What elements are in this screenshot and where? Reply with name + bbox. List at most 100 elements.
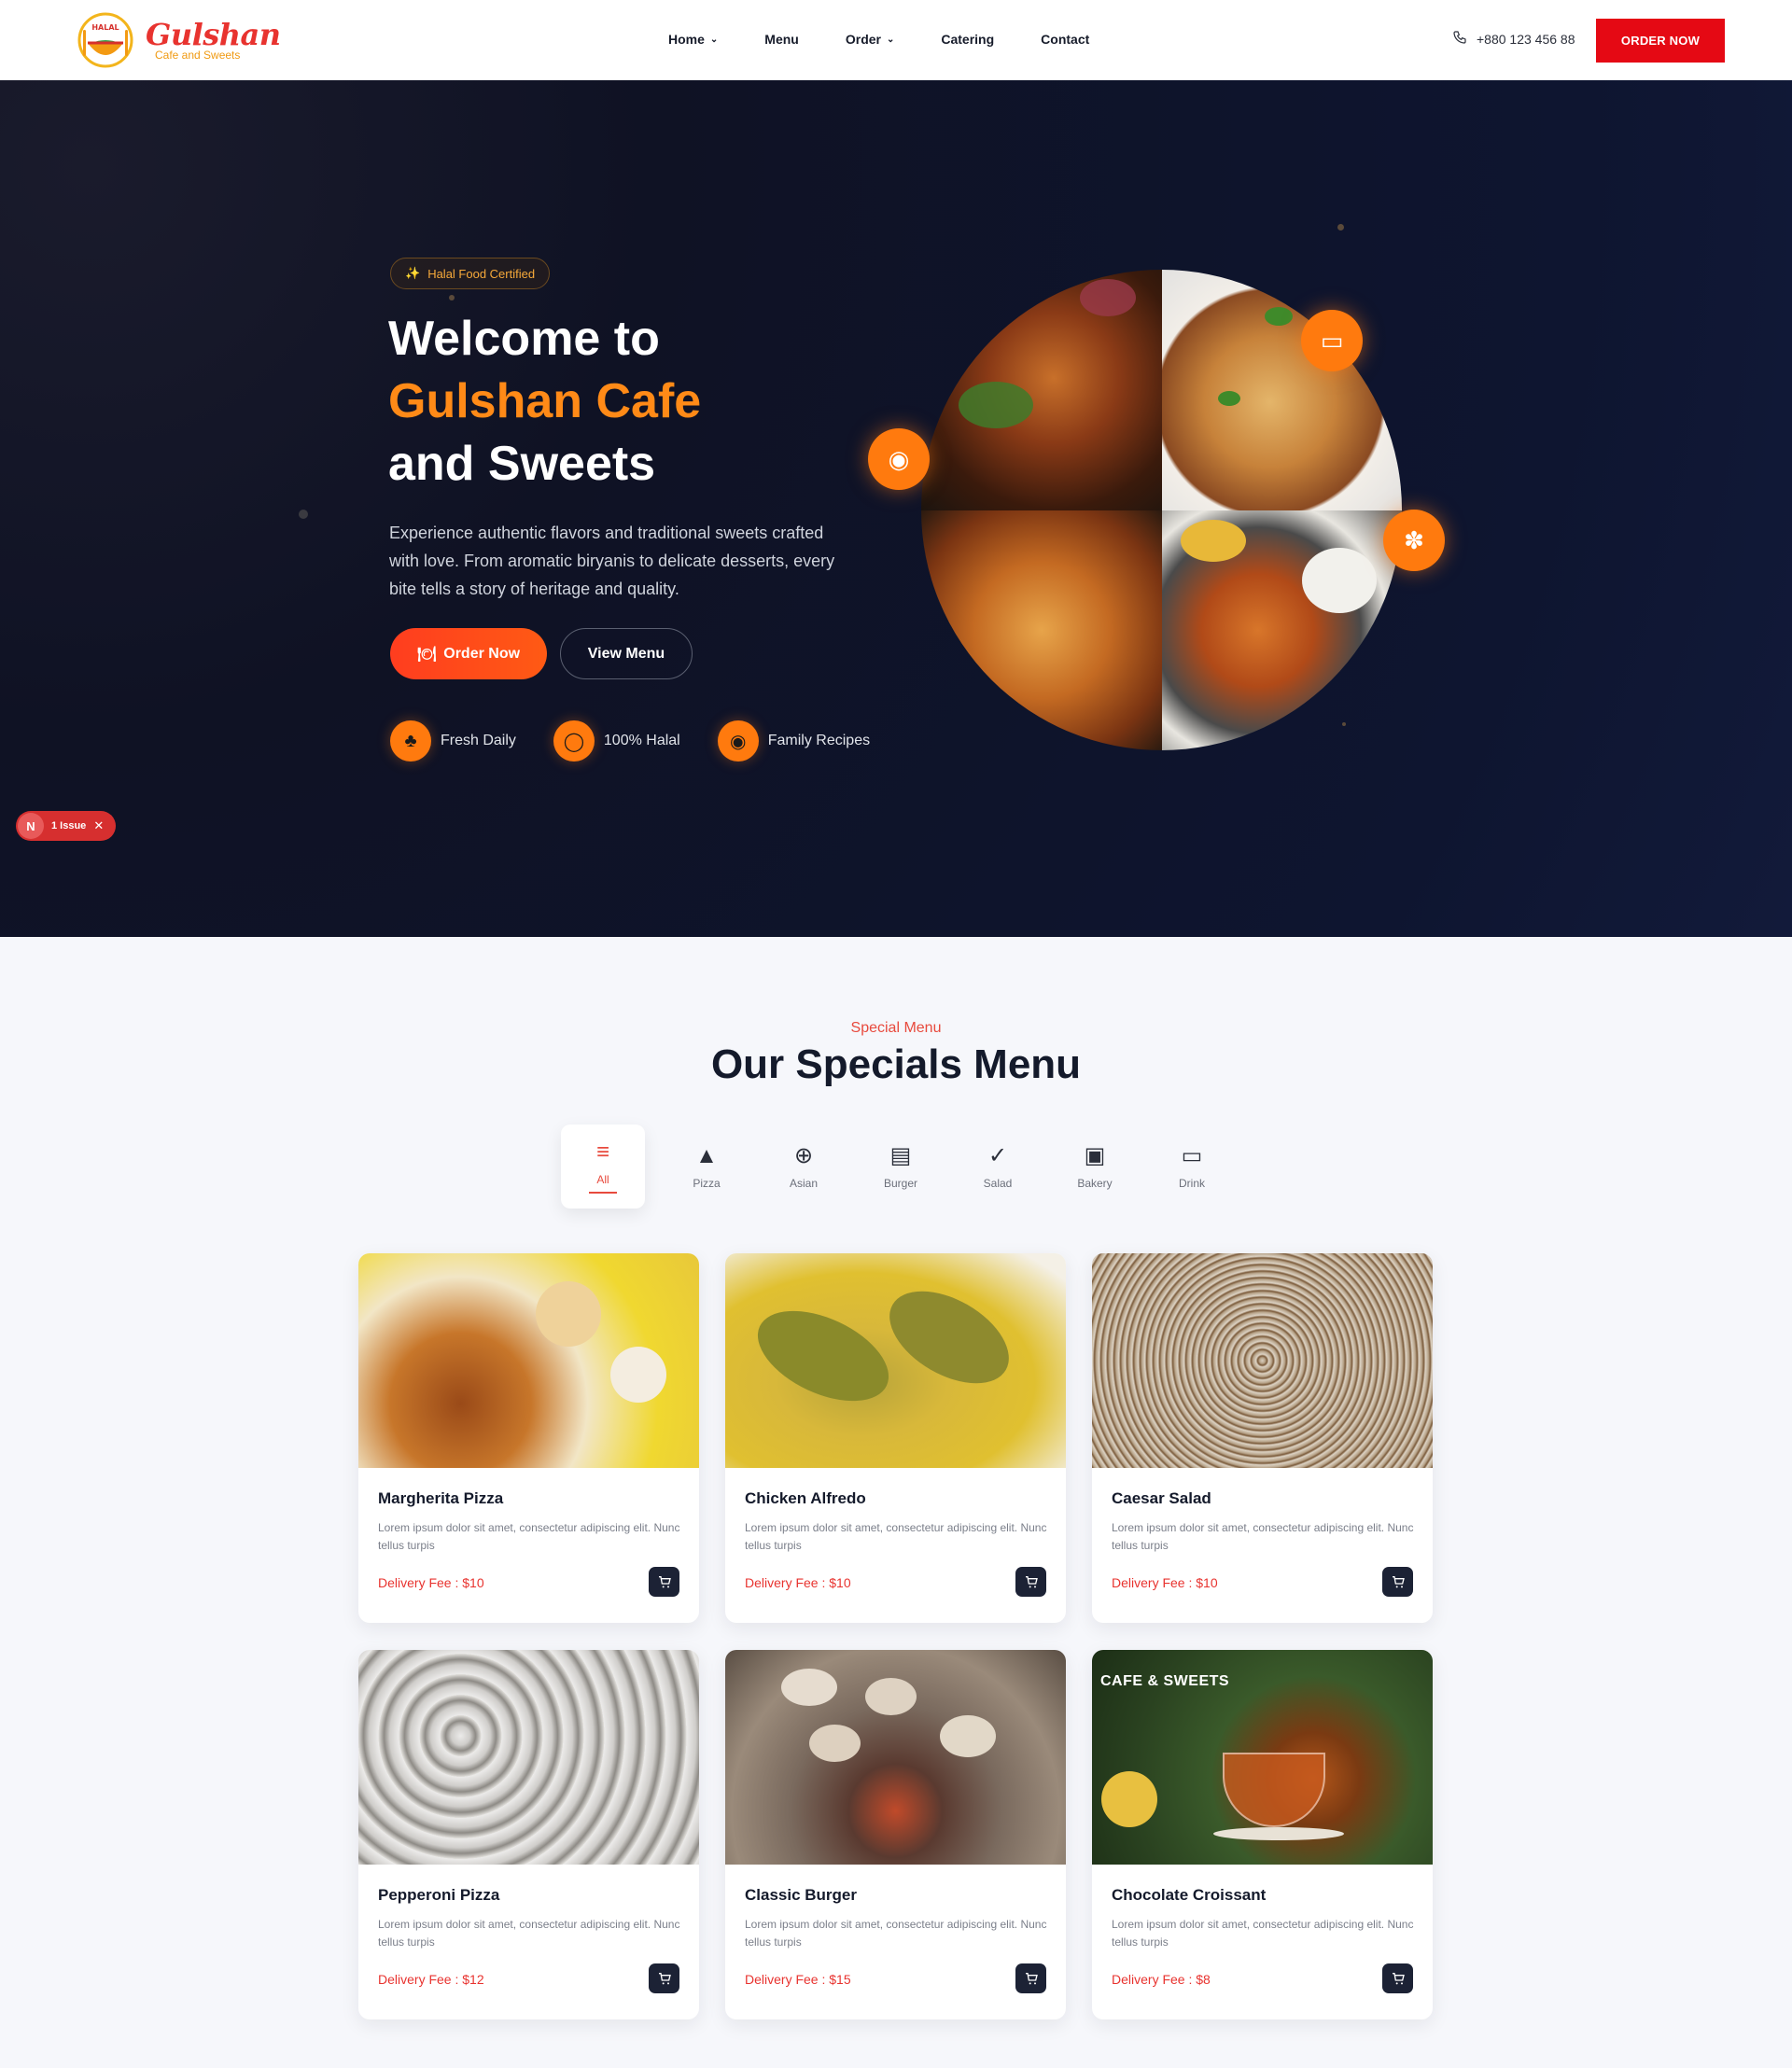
category-tabs: ≡ All ▲ Pizza ⊕ Asian ▤ Burger ✓ Salad ▣… <box>561 1125 1240 1209</box>
phone-contact[interactable]: +880 123 456 88 <box>1452 30 1575 48</box>
brand-subtitle: Cafe and Sweets <box>155 49 241 62</box>
delivery-fee: Delivery Fee : $10 <box>378 1575 484 1590</box>
biryani-image <box>1161 270 1402 510</box>
issue-letter: N <box>18 813 44 839</box>
sweets-image <box>358 1253 699 1468</box>
menu-item-desc: Lorem ipsum dolor sit amet, consectetur … <box>378 1918 680 1949</box>
menu-item-name: Margherita Pizza <box>378 1489 504 1507</box>
cake-icon: ▭ <box>1301 310 1363 371</box>
feature-fresh-daily: ♣ Fresh Daily <box>390 720 516 762</box>
salad-icon: ✓ <box>987 1143 1008 1168</box>
cart-icon <box>1025 1973 1038 1985</box>
tab-pizza[interactable]: ▲ Pizza <box>658 1125 755 1209</box>
nav-catering[interactable]: Catering <box>941 32 994 47</box>
menu-card[interactable]: Pepperoni Pizza Lorem ipsum dolor sit am… <box>358 1650 699 2019</box>
close-icon[interactable]: ✕ <box>93 818 104 833</box>
brand-logo[interactable]: HALAL Gulshan Cafe and Sweets <box>67 11 281 69</box>
feature-label: Fresh Daily <box>441 733 516 748</box>
asian-icon: ⊕ <box>793 1143 814 1168</box>
hero-features: ♣ Fresh Daily ◯ 100% Halal ◉ Family Reci… <box>390 720 907 762</box>
tandoor-naan-image <box>725 1650 1066 1865</box>
coconut-sweets-image <box>358 1650 699 1865</box>
badge-text: Halal Food Certified <box>427 266 536 281</box>
hero-description: Experience authentic flavors and traditi… <box>389 524 835 598</box>
order-now-header-button[interactable]: ORDER NOW <box>1596 19 1725 63</box>
nav-order[interactable]: Order ⌄ <box>846 32 895 47</box>
menu-item-name: Classic Burger <box>745 1886 857 1904</box>
order-now-button[interactable]: 🍽 Order Now <box>390 628 547 679</box>
menu-card[interactable]: Chicken Alfredo Lorem ipsum dolor sit am… <box>725 1253 1066 1623</box>
tab-label: Drink <box>1178 1177 1205 1190</box>
tab-label: Pizza <box>693 1177 721 1190</box>
chevron-down-icon: ⌄ <box>886 34 895 45</box>
delivery-fee: Delivery Fee : $12 <box>378 1972 484 1987</box>
site-header: HALAL Gulshan Cafe and Sweets Home ⌄ Menu… <box>0 0 1792 80</box>
cart-icon <box>1392 1576 1405 1588</box>
active-underline <box>589 1192 617 1194</box>
add-to-cart-button[interactable] <box>1015 1963 1046 1993</box>
feature-halal: ◯ 100% Halal <box>553 720 680 762</box>
brand-name: Gulshan <box>146 17 281 52</box>
menu-item-desc: Lorem ipsum dolor sit amet, consectetur … <box>1112 1918 1414 1949</box>
decor-dot <box>1337 224 1344 231</box>
tab-label: Burger <box>883 1177 918 1190</box>
cart-icon <box>1392 1973 1405 1985</box>
nav-menu-label: Menu <box>764 32 799 47</box>
nav-catering-label: Catering <box>941 32 995 47</box>
tab-asian[interactable]: ⊕ Asian <box>755 1125 852 1209</box>
view-menu-button[interactable]: View Menu <box>560 628 693 679</box>
clover-icon: ♣ <box>390 720 431 762</box>
add-to-cart-button[interactable] <box>1015 1567 1046 1597</box>
pizza-icon: ▲ <box>695 1143 718 1168</box>
nav-home-label: Home <box>668 32 705 47</box>
plate-icon: ◉ <box>868 428 930 490</box>
cart-icon <box>658 1576 671 1588</box>
decor-dot <box>299 510 308 519</box>
cart-icon <box>1025 1576 1038 1588</box>
bakery-icon: ▣ <box>1084 1143 1106 1168</box>
sparkle-icon: ✨ <box>405 266 421 280</box>
phone-number: +880 123 456 88 <box>1477 31 1575 47</box>
nav-home[interactable]: Home ⌄ <box>668 32 718 47</box>
add-to-cart-button[interactable] <box>1382 1963 1413 1993</box>
add-to-cart-button[interactable] <box>649 1963 679 1993</box>
delivery-fee: Delivery Fee : $8 <box>1112 1972 1211 1987</box>
tea-image-caption: CAFE & SWEETS <box>1100 1673 1230 1689</box>
nav-contact[interactable]: Contact <box>1041 32 1089 47</box>
menu-card[interactable]: CAFE & SWEETS Chocolate Croissant Lorem … <box>1092 1650 1433 2019</box>
main-nav: Home ⌄ Menu Order ⌄ Catering Contact <box>668 32 1136 47</box>
nav-menu[interactable]: Menu <box>764 32 799 47</box>
tea-image: CAFE & SWEETS <box>1092 1650 1433 1865</box>
feature-family-recipes: ◉ Family Recipes <box>717 720 870 762</box>
tab-bakery[interactable]: ▣ Bakery <box>1046 1125 1143 1209</box>
menu-item-desc: Lorem ipsum dolor sit amet, consectetur … <box>745 1521 1047 1552</box>
menu-card[interactable]: Classic Burger Lorem ipsum dolor sit ame… <box>725 1650 1066 2019</box>
tab-all[interactable]: ≡ All <box>561 1125 645 1209</box>
specials-eyebrow: Special Menu <box>850 1020 942 1036</box>
specials-title: Our Specials Menu <box>710 1041 1082 1087</box>
burger-icon: ▤ <box>889 1143 912 1168</box>
add-to-cart-button[interactable] <box>1382 1567 1413 1597</box>
hero-title-line1: Welcome to <box>388 312 660 366</box>
tab-drink[interactable]: ▭ Drink <box>1143 1125 1240 1209</box>
tandoori-chicken-image <box>921 510 1162 750</box>
menu-card[interactable]: Margherita Pizza Lorem ipsum dolor sit a… <box>358 1253 699 1623</box>
add-to-cart-button[interactable] <box>649 1567 679 1597</box>
curry-bowls-image <box>1161 510 1402 750</box>
tab-burger[interactable]: ▤ Burger <box>852 1125 949 1209</box>
tab-salad[interactable]: ✓ Salad <box>949 1125 1046 1209</box>
plate-icon: ◉ <box>717 720 759 762</box>
issue-indicator[interactable]: N 1 Issue ✕ <box>16 811 116 841</box>
biryani-rice-image <box>1092 1253 1433 1468</box>
tab-label: All <box>596 1173 609 1186</box>
hero-title-accent: Gulshan Cafe <box>388 374 702 428</box>
menu-item-desc: Lorem ipsum dolor sit amet, consectetur … <box>1112 1521 1414 1552</box>
delivery-fee: Delivery Fee : $15 <box>745 1972 851 1987</box>
plate-icon: 🍽 <box>416 646 437 663</box>
hero-section: ✨ Halal Food Certified Welcome to Gulsha… <box>0 80 1792 937</box>
tab-label: Bakery <box>1077 1177 1113 1190</box>
grilled-chicken-image <box>921 270 1162 510</box>
menu-item-name: Caesar Salad <box>1112 1489 1211 1507</box>
menu-card[interactable]: Caesar Salad Lorem ipsum dolor sit amet,… <box>1092 1253 1433 1623</box>
feature-label: 100% Halal <box>603 733 680 748</box>
